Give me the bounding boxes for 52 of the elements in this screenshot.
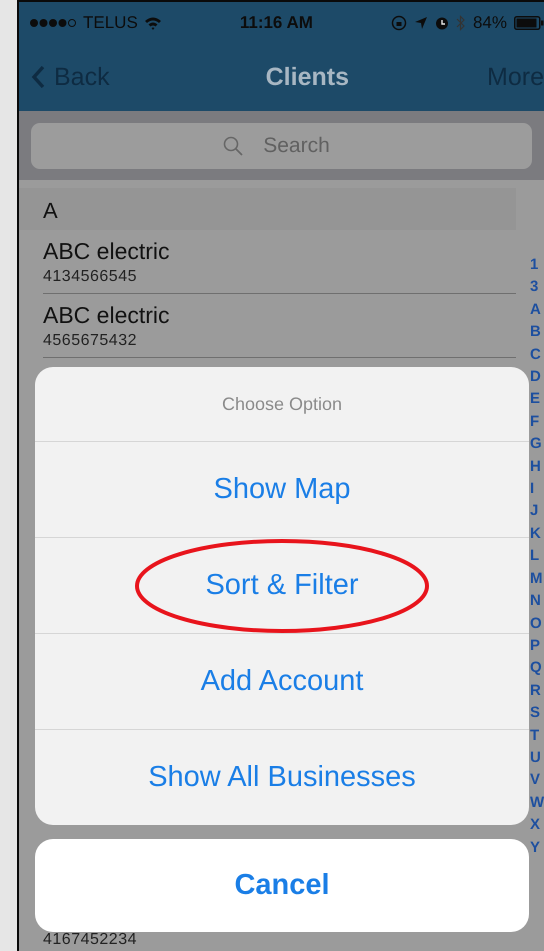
index-letter[interactable]: N (530, 590, 544, 612)
client-name[interactable]: ABC electric (43, 238, 516, 265)
index-letter[interactable]: O (530, 612, 544, 635)
index-letter[interactable]: 1 (530, 254, 544, 276)
index-letter[interactable]: S (530, 702, 544, 725)
chevron-left-icon (31, 65, 45, 89)
battery-percent: 84% (472, 12, 507, 32)
index-letter[interactable]: U (530, 746, 544, 770)
rotation-lock-icon (390, 14, 407, 30)
bluetooth-icon (456, 14, 466, 30)
wifi-icon (144, 16, 162, 30)
option-button[interactable]: Add Account (192, 661, 372, 702)
index-letter[interactable]: J (530, 500, 544, 523)
cancel-button[interactable]: Cancel (35, 839, 529, 932)
index-letter[interactable]: K (530, 522, 544, 546)
index-letter[interactable]: L (530, 545, 544, 568)
option-button[interactable]: Show All Businesses (140, 757, 424, 798)
sheet-title: Choose Option (220, 392, 344, 416)
section-header: A (19, 188, 516, 230)
client-phone: 4565675432 (43, 332, 138, 350)
location-arrow-icon (414, 16, 428, 30)
index-letter[interactable]: W (530, 792, 544, 814)
index-letter[interactable]: C (530, 344, 544, 366)
index-letter[interactable]: P (530, 634, 544, 658)
index-letter[interactable]: I (530, 478, 544, 500)
screen-title: Clients (266, 62, 349, 92)
index-letter[interactable]: D (530, 366, 544, 388)
index-letter[interactable]: V (530, 769, 544, 792)
index-letter[interactable]: R (530, 680, 544, 702)
battery-icon (514, 16, 544, 30)
index-letter[interactable]: B (530, 321, 544, 344)
option-button[interactable]: Show Map (205, 469, 358, 510)
client-phone: 4167452234 (43, 931, 138, 949)
alarm-clock-icon (434, 15, 449, 30)
signal-icon (29, 18, 77, 28)
client-name[interactable]: ABC electric (43, 302, 516, 329)
search-icon (222, 135, 244, 157)
index-letter[interactable]: E (530, 388, 544, 411)
clock-time: 11:16 AM (240, 12, 313, 32)
index-letter[interactable]: T (530, 724, 544, 747)
index-letter[interactable]: G (530, 433, 544, 456)
index-letter[interactable]: M (530, 568, 544, 590)
index-letter[interactable]: 3 (530, 276, 544, 299)
index-letter[interactable]: Q (530, 657, 544, 680)
search-field[interactable]: Search (31, 123, 532, 169)
index-letter[interactable]: A (530, 298, 544, 322)
index-letter[interactable]: X (530, 814, 544, 837)
index-letter[interactable]: Y (530, 836, 544, 859)
index-letter[interactable]: H (530, 456, 544, 478)
client-phone: 4134566545 (43, 268, 138, 286)
index-letter[interactable]: F (530, 410, 544, 434)
carrier-name: TELUS (83, 12, 138, 32)
